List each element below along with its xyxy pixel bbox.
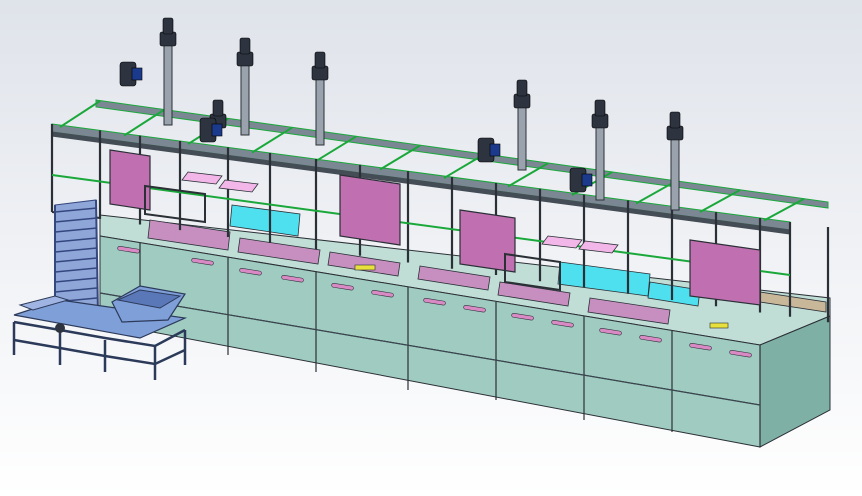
- yellow-marker-2: [709, 322, 729, 329]
- gearbox-icon: [211, 123, 223, 137]
- motor-cap-icon: [516, 79, 528, 97]
- lift-column: [315, 77, 325, 146]
- pink-tray-1: [181, 171, 223, 185]
- pink-tray-2: [218, 179, 259, 193]
- cleaning-line-drawing: [12, 17, 831, 448]
- feed-drive-roller: [55, 323, 65, 333]
- pink-tray-3: [541, 235, 583, 249]
- lift-column: [595, 125, 605, 201]
- lift-column: [163, 43, 173, 126]
- lift-column: [670, 137, 680, 211]
- motor-cap-icon: [669, 111, 681, 129]
- motor-cap-icon: [314, 51, 326, 69]
- gearbox-icon: [131, 67, 143, 81]
- motor-cap-icon: [212, 99, 224, 117]
- cross-beam: [59, 100, 101, 128]
- gearbox-icon: [489, 143, 501, 157]
- lift-column: [240, 63, 250, 136]
- basket-frame-2: [339, 174, 401, 246]
- gearbox-icon: [581, 173, 593, 187]
- motor-cap-icon: [594, 99, 606, 117]
- yellow-marker-1: [354, 264, 376, 271]
- basket-frame-4: [689, 239, 761, 306]
- lift-column: [517, 105, 527, 171]
- motor-cap-icon: [239, 37, 251, 55]
- cad-assembly-view: [0, 0, 862, 496]
- basket-frame-3: [459, 209, 516, 273]
- motor-cap-icon: [162, 17, 174, 35]
